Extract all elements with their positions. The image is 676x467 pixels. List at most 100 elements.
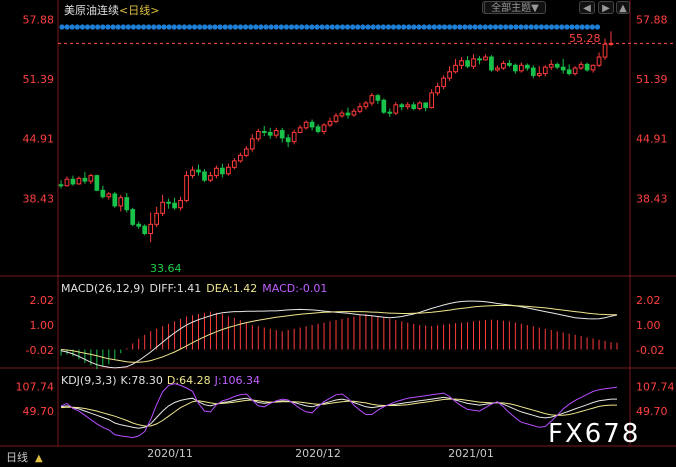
candle-body[interactable] [578,63,584,69]
candle-body[interactable] [596,56,602,66]
event-dot[interactable] [141,24,147,30]
candle-body[interactable] [255,130,261,140]
event-dot[interactable] [268,24,274,30]
candle-body[interactable] [118,197,124,207]
theme-select[interactable]: 全部主题▼ [484,1,546,14]
event-dot[interactable] [477,24,483,30]
event-dot[interactable] [105,24,111,30]
event-dot[interactable] [181,24,187,30]
event-dot[interactable] [462,24,468,30]
candle-body[interactable] [465,60,470,67]
event-dot[interactable] [559,24,565,30]
event-dot[interactable] [426,24,432,30]
event-dot[interactable] [390,24,397,30]
candle-body[interactable] [477,58,482,61]
event-dot[interactable] [120,24,126,30]
candle-body[interactable] [249,138,255,150]
candle-body[interactable] [303,121,309,129]
candle-body[interactable] [560,66,566,71]
candle-body[interactable] [136,223,142,227]
event-dot[interactable] [59,24,65,30]
event-dot[interactable] [380,24,386,30]
event-dot[interactable] [538,24,545,30]
candle-body[interactable] [148,223,154,235]
candle-body[interactable] [369,95,375,104]
candle-body[interactable] [483,56,488,61]
event-dot[interactable] [192,24,198,30]
candle-body[interactable] [530,67,536,76]
event-dot[interactable] [487,24,493,30]
event-dot[interactable] [135,24,142,30]
event-dot[interactable] [385,24,391,30]
event-dot[interactable] [533,24,539,30]
candle-body[interactable] [411,104,417,110]
event-dot[interactable] [130,24,136,30]
candle-body[interactable] [387,111,393,114]
event-dot[interactable] [84,24,91,30]
candle-body[interactable] [357,106,363,112]
candle-body[interactable] [261,130,267,133]
event-dot[interactable] [299,24,305,30]
event-dot[interactable] [334,24,340,30]
event-dot[interactable] [319,24,325,30]
candle-body[interactable] [393,104,399,114]
event-dot[interactable] [482,24,488,30]
event-dot[interactable] [441,24,448,30]
candle-body[interactable] [226,166,231,175]
event-dot[interactable] [503,24,509,30]
event-dot[interactable] [197,24,203,30]
candle-body[interactable] [513,64,518,72]
candle-body[interactable] [142,225,148,235]
candle-body[interactable] [399,104,405,108]
candle-body[interactable] [327,120,333,126]
event-dot[interactable] [69,24,75,30]
candle-body[interactable] [285,137,291,143]
event-dot[interactable] [518,24,524,30]
candle-body[interactable] [459,60,464,66]
candle-body[interactable] [279,130,285,139]
event-dot[interactable] [569,24,575,30]
candle-body[interactable] [94,175,100,191]
event-dot[interactable] [416,24,422,30]
event-dot[interactable] [579,24,585,30]
candle-body[interactable] [315,126,321,132]
candle-body[interactable] [417,102,423,110]
candle-body[interactable] [489,56,494,71]
candle-body[interactable] [345,112,351,116]
event-dot[interactable] [294,24,300,30]
candle-body[interactable] [566,69,572,75]
event-dot[interactable] [543,24,550,30]
event-dot[interactable] [273,24,279,30]
candle-body[interactable] [208,175,213,181]
event-dot[interactable] [100,24,106,30]
event-dot[interactable] [232,24,238,30]
event-dot[interactable] [421,24,427,30]
event-dot[interactable] [375,24,381,30]
candle-body[interactable] [202,171,207,181]
candle-body[interactable] [106,193,112,198]
event-dot[interactable] [584,24,590,30]
candle-body[interactable] [321,124,327,132]
candle-body[interactable] [507,62,512,66]
candle-body[interactable] [112,193,118,207]
candle-body[interactable] [267,131,273,136]
candle-body[interactable] [154,212,159,225]
prev-button[interactable]: ◀ [579,1,595,14]
candle-body[interactable] [273,130,279,136]
event-dot[interactable] [370,24,376,30]
candle-body[interactable] [82,177,88,182]
event-dot[interactable] [396,24,402,30]
period-switch-caret-icon[interactable]: ▲ [35,453,43,464]
event-dot[interactable] [549,24,555,30]
candle-body[interactable] [584,63,590,71]
event-dot[interactable] [589,24,596,30]
event-dot[interactable] [227,24,233,30]
event-dot[interactable] [339,24,346,30]
candle-body[interactable] [309,121,315,128]
candle-body[interactable] [297,127,303,133]
event-dot[interactable] [508,24,514,30]
event-dot[interactable] [186,24,193,30]
collapse-button[interactable]: ▲ [616,1,630,14]
candle-body[interactable] [423,102,429,109]
candle-body[interactable] [178,199,183,209]
